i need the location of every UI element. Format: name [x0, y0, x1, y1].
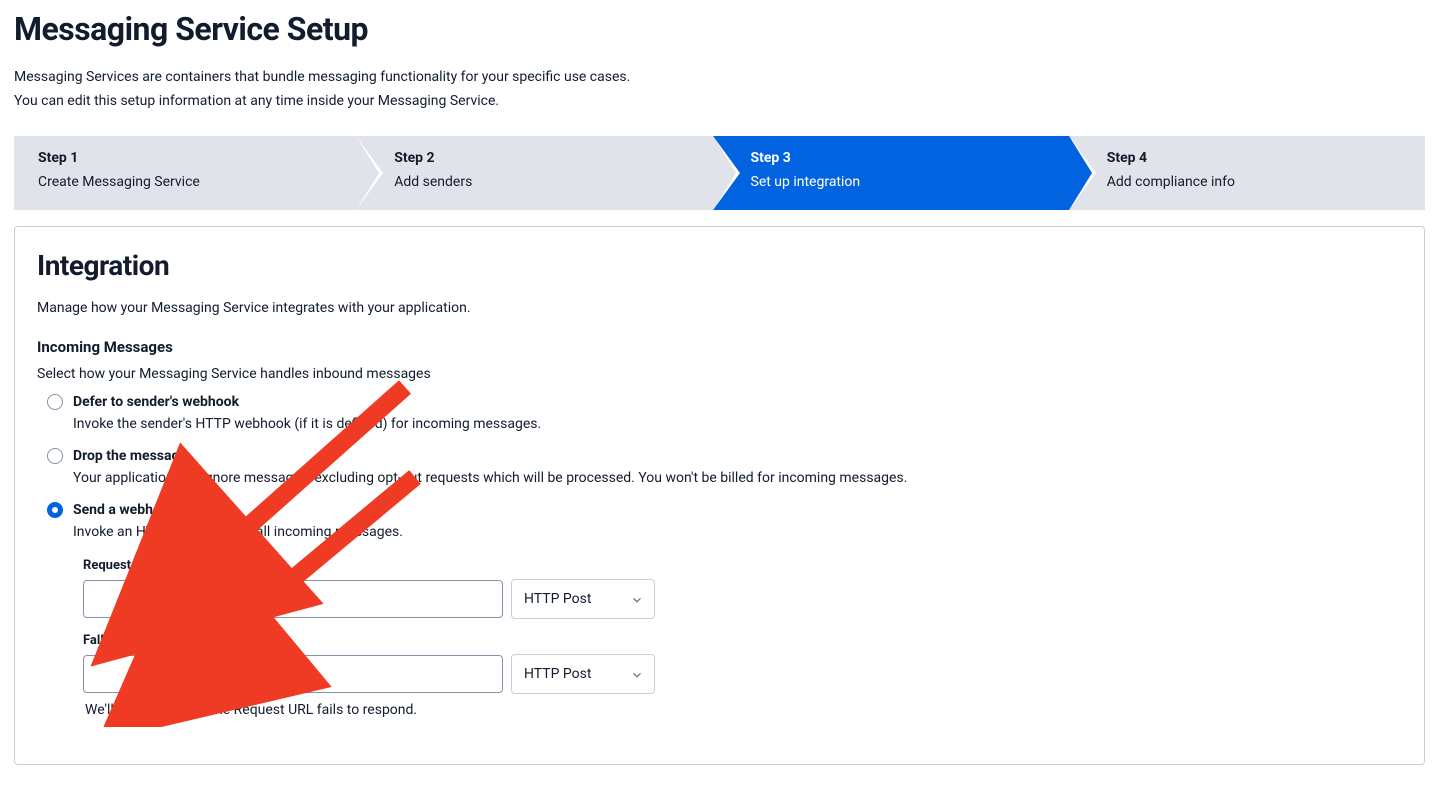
radio-defer-label: Defer to sender's webhook	[73, 394, 239, 410]
radio-drop-label: Drop the message	[73, 448, 187, 464]
step-1-title: Step 1	[38, 150, 336, 166]
incoming-heading: Incoming Messages	[37, 338, 1402, 356]
step-4-desc: Add compliance info	[1107, 174, 1405, 190]
fallback-url-input[interactable]	[83, 655, 503, 693]
chevron-down-icon	[630, 668, 642, 680]
radio-drop-desc: Your application will ignore messages, e…	[73, 470, 1402, 486]
request-url-label: Request URL	[83, 558, 1402, 573]
radio-defer[interactable]	[47, 394, 63, 410]
page-title: Messaging Service Setup	[14, 10, 1425, 48]
radio-drop[interactable]	[47, 448, 63, 464]
integration-heading: Integration	[37, 249, 1402, 282]
page-desc-line1: Messaging Services are containers that b…	[14, 66, 1425, 90]
chevron-down-icon	[630, 593, 642, 605]
option-webhook[interactable]: Send a webhook Invoke an HTTP webhook fo…	[37, 502, 1402, 718]
radio-webhook-label: Send a webhook	[73, 502, 176, 518]
fallback-url-group: Fallback URL HTTP Post We'll only use th…	[83, 633, 1402, 718]
step-2[interactable]: Step 2 Add senders	[356, 136, 712, 210]
fallback-url-label: Fallback URL	[83, 633, 1402, 648]
request-url-input[interactable]	[83, 580, 503, 618]
radio-defer-desc: Invoke the sender's HTTP webhook (if it …	[73, 416, 1402, 432]
request-url-method-select[interactable]: HTTP Post	[511, 579, 655, 619]
step-4[interactable]: Step 4 Add compliance info	[1069, 136, 1425, 210]
fallback-url-helper: We'll only use this if the Request URL f…	[85, 702, 1402, 718]
option-drop[interactable]: Drop the message Your application will i…	[37, 448, 1402, 486]
radio-webhook-desc: Invoke an HTTP webhook for all incoming …	[73, 524, 1402, 540]
integration-desc: Manage how your Messaging Service integr…	[37, 300, 1402, 316]
radio-webhook[interactable]	[47, 502, 63, 518]
integration-panel: Integration Manage how your Messaging Se…	[14, 226, 1425, 765]
stepper: Step 1 Create Messaging Service Step 2 A…	[14, 136, 1425, 210]
fallback-url-method-select[interactable]: HTTP Post	[511, 654, 655, 694]
page-desc-line2: You can edit this setup information at a…	[14, 90, 1425, 114]
step-1[interactable]: Step 1 Create Messaging Service	[14, 136, 356, 210]
step-3-title: Step 3	[751, 150, 1049, 166]
request-url-group: Request URL HTTP Post	[83, 558, 1402, 619]
step-3-desc: Set up integration	[751, 174, 1049, 190]
step-2-title: Step 2	[394, 150, 692, 166]
request-url-method-value: HTTP Post	[524, 591, 591, 607]
fallback-url-method-value: HTTP Post	[524, 666, 591, 682]
step-4-title: Step 4	[1107, 150, 1405, 166]
incoming-sub: Select how your Messaging Service handle…	[37, 366, 1402, 382]
step-3[interactable]: Step 3 Set up integration	[713, 136, 1069, 210]
option-defer[interactable]: Defer to sender's webhook Invoke the sen…	[37, 394, 1402, 432]
page-description: Messaging Services are containers that b…	[14, 66, 1425, 114]
step-2-desc: Add senders	[394, 174, 692, 190]
step-1-desc: Create Messaging Service	[38, 174, 336, 190]
